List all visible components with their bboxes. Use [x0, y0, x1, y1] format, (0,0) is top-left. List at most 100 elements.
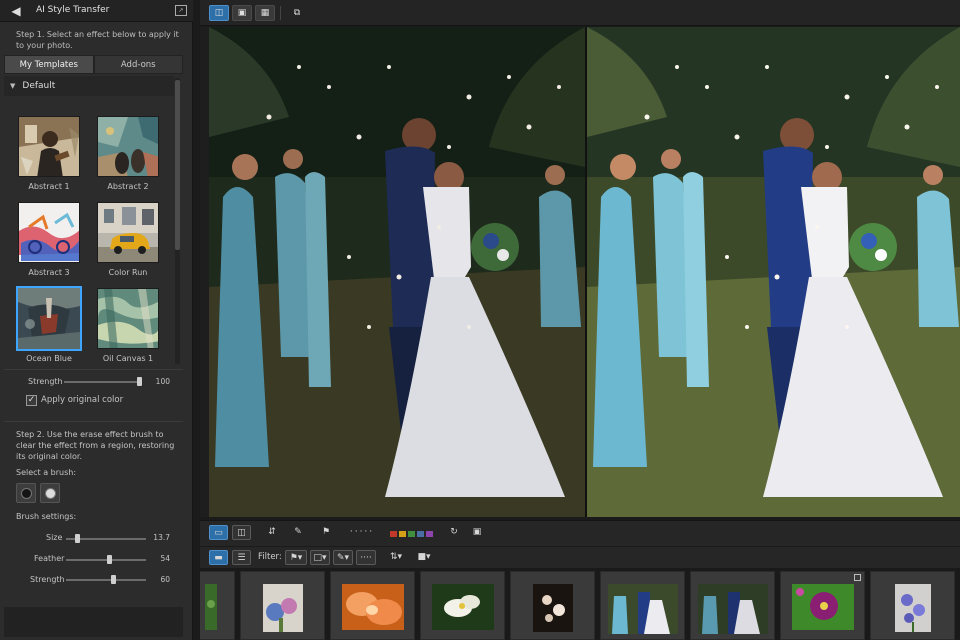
template-label: Abstract 3	[28, 268, 70, 277]
edit-brush-icon[interactable]: ✎	[290, 525, 306, 540]
refresh-icon[interactable]: ↻	[446, 525, 462, 540]
template-label: Abstract 2	[107, 182, 149, 191]
single-view-button[interactable]: ▭	[209, 525, 228, 540]
brush-button[interactable]	[16, 483, 36, 503]
filmstrip-thumbnail[interactable]	[240, 571, 325, 640]
erase-brush-button[interactable]	[40, 483, 60, 503]
color-label-yellow[interactable]	[399, 531, 406, 537]
step2-instructions: Step 2. Use the erase effect brush to cl…	[16, 430, 175, 461]
filmstrip-thumbnail[interactable]	[330, 571, 415, 640]
grid-view-icon[interactable]: ▦	[255, 5, 275, 21]
template-oil-canvas-1[interactable]: Oil Canvas 1	[95, 286, 161, 366]
filmstrip-thumbnail[interactable]	[600, 571, 685, 640]
filmstrip-thumbnail[interactable]	[690, 571, 775, 640]
brush-strength-slider-knob[interactable]	[111, 575, 116, 584]
photo-viewer[interactable]	[209, 27, 960, 517]
thumbnail-image	[792, 584, 854, 630]
compare-view-button[interactable]: ◫	[232, 525, 251, 540]
thumbnail-image	[533, 584, 573, 632]
brush-feather-slider[interactable]	[66, 555, 146, 564]
back-arrow-icon[interactable]: ◀	[7, 4, 25, 18]
brush-size-slider[interactable]	[66, 534, 146, 543]
second-display-icon[interactable]: ⧉	[287, 5, 307, 21]
brush-feather-slider-knob[interactable]	[107, 555, 112, 564]
brush-settings-label: Brush settings:	[16, 512, 77, 521]
group-label: Default	[22, 81, 56, 91]
filter-edit-dropdown[interactable]: ✎▾	[333, 550, 353, 565]
color-label-blue[interactable]	[417, 531, 424, 537]
templates-scrollbar[interactable]	[175, 78, 180, 364]
template-abstract-3[interactable]: Abstract 3	[16, 200, 82, 280]
strength-value: 100	[155, 377, 170, 386]
color-label-purple[interactable]	[426, 531, 433, 537]
rotate-flip-icon[interactable]: ⇵	[264, 525, 280, 540]
filter-shape-dropdown[interactable]: □▾	[310, 550, 330, 565]
brush-size-label: Size	[46, 533, 63, 542]
color-run-thumbnail	[97, 202, 159, 263]
thumbnail-size-icon[interactable]: ■▾	[414, 550, 434, 565]
list-view-button[interactable]: ☰	[232, 550, 251, 565]
template-ocean-blue[interactable]: Ocean Blue	[16, 286, 82, 366]
original-photo-preview[interactable]	[587, 27, 960, 517]
strength-slider[interactable]	[64, 377, 142, 386]
filmstrip-thumbnail[interactable]	[200, 571, 235, 640]
abstract-1-thumbnail	[18, 116, 80, 177]
browser-toolbar: ▬ ☰ Filter: ⚑▾ □▾ ✎▾ ···· ⇅▾ ■▾	[200, 546, 960, 568]
thumbnail-image	[263, 584, 303, 632]
styled-photo-preview[interactable]	[209, 27, 585, 517]
crop-icon[interactable]: ▣	[468, 525, 486, 540]
brush-strength-value: 60	[160, 575, 170, 584]
separator	[4, 421, 183, 422]
default-group-header[interactable]: ▼ Default	[4, 76, 174, 96]
brush-icon	[21, 488, 32, 499]
tab-add-ons[interactable]: Add-ons	[93, 55, 183, 74]
edited-badge-icon	[854, 574, 861, 581]
select-brush-label: Select a brush:	[16, 468, 77, 477]
detach-panel-icon[interactable]: ↗	[175, 5, 187, 16]
brush-feather-label: Feather	[34, 554, 65, 563]
apply-original-color-label: Apply original color	[41, 395, 124, 405]
color-label-red[interactable]	[390, 531, 397, 537]
viewer-left-gutter	[200, 27, 209, 517]
template-abstract-2[interactable]: Abstract 2	[95, 114, 161, 194]
flag-icon[interactable]: ⚑	[318, 525, 334, 540]
panel-footer	[4, 607, 183, 637]
filter-flag-dropdown[interactable]: ⚑▾	[285, 550, 307, 565]
separator	[4, 369, 183, 370]
brush-strength-slider[interactable]	[66, 575, 146, 584]
template-abstract-1[interactable]: Abstract 1	[16, 114, 82, 194]
thumbnail-image	[895, 584, 931, 632]
single-photo-view-icon[interactable]: ▣	[232, 5, 252, 21]
apply-original-color-checkbox[interactable]: ✓	[26, 395, 37, 406]
template-label: Oil Canvas 1	[102, 354, 154, 363]
thumbnail-image	[342, 584, 404, 630]
rating-dots[interactable]: ·····	[342, 525, 382, 540]
template-color-run[interactable]: Color Run	[95, 200, 161, 280]
filmstrip-view-button[interactable]: ▬	[209, 550, 228, 565]
filmstrip-thumbnail[interactable]	[870, 571, 955, 640]
panel-title: AI Style Transfer	[36, 5, 110, 15]
template-tabs: My Templates Add-ons	[4, 55, 183, 74]
filter-label: Filter:	[258, 552, 282, 562]
filmstrip-thumbnail[interactable]	[780, 571, 865, 640]
sort-icon[interactable]: ⇅▾	[386, 550, 406, 565]
viewer-toolbar: ▭ ◫ ⇵ ✎ ⚑ ····· ↻ ▣	[200, 520, 960, 546]
filmstrip-thumbnail[interactable]	[510, 571, 595, 640]
filmstrip-thumbnail[interactable]	[420, 571, 505, 640]
filmstrip	[200, 568, 960, 640]
brush-size-slider-knob[interactable]	[75, 534, 80, 543]
oil-canvas-1-thumbnail	[97, 288, 159, 349]
strength-label: Strength	[28, 377, 63, 386]
top-toolbar: ◫ ▣ ▦ ⧉	[200, 0, 960, 26]
color-label-green[interactable]	[408, 531, 415, 537]
before-after-view-icon[interactable]: ◫	[209, 5, 229, 21]
thumbnail-image	[205, 584, 217, 630]
tab-my-templates[interactable]: My Templates	[4, 55, 94, 74]
filter-rating-dropdown[interactable]: ····	[356, 550, 376, 565]
panel-titlebar: ◀ AI Style Transfer ↗	[0, 0, 193, 22]
eraser-icon	[45, 488, 56, 499]
abstract-3-thumbnail	[18, 202, 80, 263]
scrollbar-thumb[interactable]	[175, 80, 180, 250]
template-label: Ocean Blue	[26, 354, 72, 363]
abstract-2-thumbnail	[97, 116, 159, 177]
